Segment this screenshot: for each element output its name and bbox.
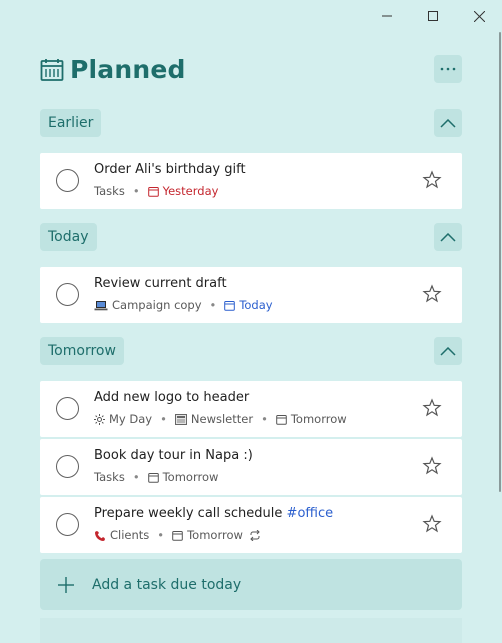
task-list-name: Tasks bbox=[94, 470, 125, 484]
task-item[interactable]: Add new logo to header My Day • Newslett… bbox=[40, 381, 462, 437]
task-item[interactable]: Order Ali's birthday gift Tasks • Yester… bbox=[40, 153, 462, 209]
task-title: Review current draft bbox=[94, 276, 227, 291]
collapse-today-button[interactable] bbox=[434, 223, 462, 251]
section-header-tomorrow[interactable]: Tomorrow bbox=[40, 337, 124, 365]
complete-checkbox[interactable] bbox=[56, 513, 79, 536]
separator: • bbox=[160, 412, 167, 426]
section-header-today[interactable]: Today bbox=[40, 223, 97, 251]
more-options-button[interactable] bbox=[434, 55, 462, 83]
section-label: Tomorrow bbox=[48, 343, 116, 359]
close-icon bbox=[473, 10, 485, 22]
task-due-date: Yesterday bbox=[162, 184, 219, 198]
task-meta: Clients • Tomorrow bbox=[94, 528, 265, 542]
section-label: Earlier bbox=[48, 115, 94, 131]
task-item[interactable]: Prepare weekly call schedule #office Cli… bbox=[40, 497, 462, 553]
section-label: Today bbox=[48, 229, 89, 245]
add-task-input[interactable]: Add a task due today bbox=[40, 559, 462, 610]
calendar-small-icon bbox=[147, 186, 159, 197]
task-title: Prepare weekly call schedule #office bbox=[94, 506, 333, 521]
star-icon[interactable] bbox=[422, 170, 442, 190]
complete-checkbox[interactable] bbox=[56, 397, 79, 420]
laptop-icon bbox=[94, 300, 108, 311]
task-meta: My Day • Newsletter • Tomorrow bbox=[94, 412, 347, 426]
calendar-small-icon bbox=[276, 414, 287, 425]
task-due-date: Tomorrow bbox=[162, 470, 219, 484]
collapse-tomorrow-button[interactable] bbox=[434, 337, 462, 365]
maximize-button[interactable] bbox=[410, 0, 456, 32]
star-icon[interactable] bbox=[422, 514, 442, 534]
minimize-button[interactable] bbox=[364, 0, 410, 32]
task-meta: Tasks • Yesterday bbox=[94, 184, 218, 198]
scrollbar[interactable] bbox=[499, 32, 501, 492]
task-title: Book day tour in Napa :) bbox=[94, 448, 253, 463]
task-title: Add new logo to header bbox=[94, 390, 250, 405]
collapse-earlier-button[interactable] bbox=[434, 109, 462, 137]
maximize-icon bbox=[428, 11, 438, 21]
chevron-up-icon bbox=[440, 346, 456, 356]
task-item[interactable]: Book day tour in Napa :) Tasks • Tomorro… bbox=[40, 439, 462, 495]
plus-icon bbox=[58, 576, 74, 593]
complete-checkbox[interactable] bbox=[56, 455, 79, 478]
calendar-small-icon bbox=[224, 300, 236, 311]
chevron-up-icon bbox=[440, 232, 456, 242]
task-due-date: Today bbox=[239, 298, 273, 312]
section-header-earlier[interactable]: Earlier bbox=[40, 109, 102, 137]
my-day-label: My Day bbox=[109, 412, 153, 426]
task-meta: Tasks • Tomorrow bbox=[94, 470, 218, 484]
task-meta: Campaign copy • Today bbox=[94, 298, 273, 312]
separator: • bbox=[209, 298, 217, 312]
add-task-placeholder: Add a task due today bbox=[92, 576, 242, 593]
task-list-name: Newsletter bbox=[190, 412, 254, 426]
repeat-icon bbox=[249, 529, 261, 541]
separator: • bbox=[132, 470, 140, 484]
calendar-small-icon bbox=[147, 472, 159, 483]
page-header: Planned bbox=[40, 55, 186, 84]
footer-strip bbox=[40, 618, 462, 643]
star-icon[interactable] bbox=[422, 284, 442, 304]
task-title-text: Prepare weekly call schedule bbox=[94, 506, 283, 521]
star-icon[interactable] bbox=[422, 398, 442, 418]
sun-icon bbox=[94, 413, 105, 425]
task-due-date: Tomorrow bbox=[187, 528, 243, 542]
task-due-date: Tomorrow bbox=[290, 412, 347, 426]
task-hashtag[interactable]: #office bbox=[287, 506, 334, 521]
task-list-name: Clients bbox=[110, 528, 150, 542]
window-controls bbox=[364, 0, 502, 32]
more-icon bbox=[440, 67, 456, 71]
task-list-name: Tasks bbox=[94, 184, 125, 198]
chevron-up-icon bbox=[440, 118, 456, 128]
task-list-name: Campaign copy bbox=[112, 298, 202, 312]
complete-checkbox[interactable] bbox=[56, 283, 79, 306]
newspaper-icon bbox=[174, 413, 187, 425]
close-button[interactable] bbox=[456, 0, 502, 32]
phone-icon bbox=[94, 530, 106, 541]
minimize-icon bbox=[382, 15, 392, 17]
page-title: Planned bbox=[70, 55, 186, 84]
separator: • bbox=[132, 184, 140, 198]
calendar-small-icon bbox=[172, 530, 183, 541]
task-item[interactable]: Review current draft Campaign copy • Tod… bbox=[40, 267, 462, 323]
complete-checkbox[interactable] bbox=[56, 169, 79, 192]
task-title: Order Ali's birthday gift bbox=[94, 162, 246, 177]
calendar-icon bbox=[40, 58, 64, 81]
separator: • bbox=[157, 528, 165, 542]
separator: • bbox=[261, 412, 268, 426]
star-icon[interactable] bbox=[422, 456, 442, 476]
